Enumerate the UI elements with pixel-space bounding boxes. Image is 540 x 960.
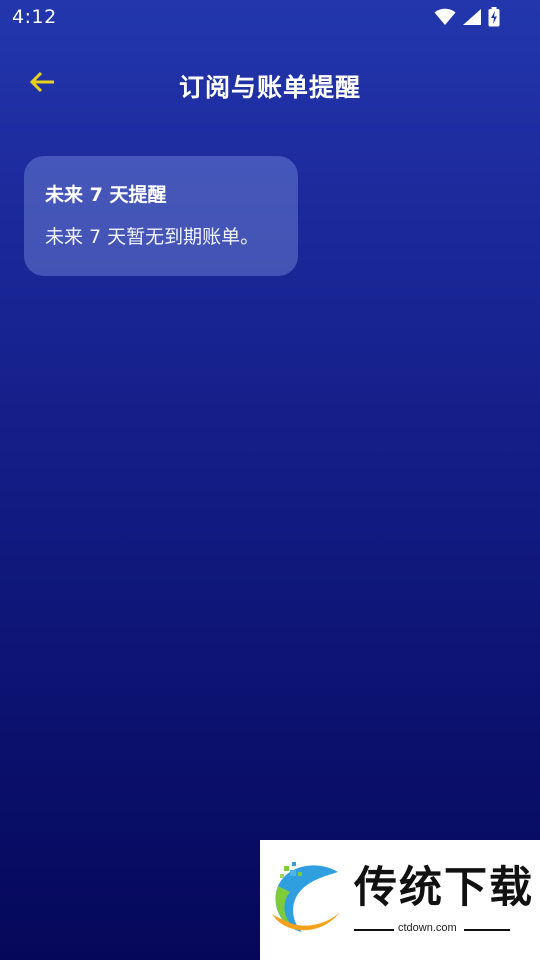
card-title: 未来 7 天提醒 bbox=[45, 184, 167, 206]
wifi-icon bbox=[434, 8, 456, 26]
ctdown-logo-icon bbox=[268, 862, 346, 942]
page-title: 订阅与账单提醒 bbox=[178, 73, 361, 102]
battery-charging-icon bbox=[488, 7, 500, 27]
watermark-title: 传统下载 bbox=[354, 863, 534, 913]
watermark-divider-right bbox=[464, 929, 510, 931]
card-body: 未来 7 天暂无到期账单。 bbox=[45, 226, 260, 248]
status-bar: 4:12 bbox=[0, 0, 540, 36]
cellular-signal-icon bbox=[462, 8, 482, 26]
app-bar: 订阅与账单提醒 bbox=[0, 56, 540, 112]
status-icons bbox=[434, 7, 500, 27]
watermark: 传统下载 ctdown.com bbox=[260, 840, 540, 960]
upcoming-reminder-card: 未来 7 天提醒 未来 7 天暂无到期账单。 bbox=[24, 156, 298, 276]
watermark-url: ctdown.com bbox=[398, 922, 457, 934]
watermark-divider-left bbox=[354, 929, 394, 931]
status-time: 4:12 bbox=[12, 6, 57, 28]
